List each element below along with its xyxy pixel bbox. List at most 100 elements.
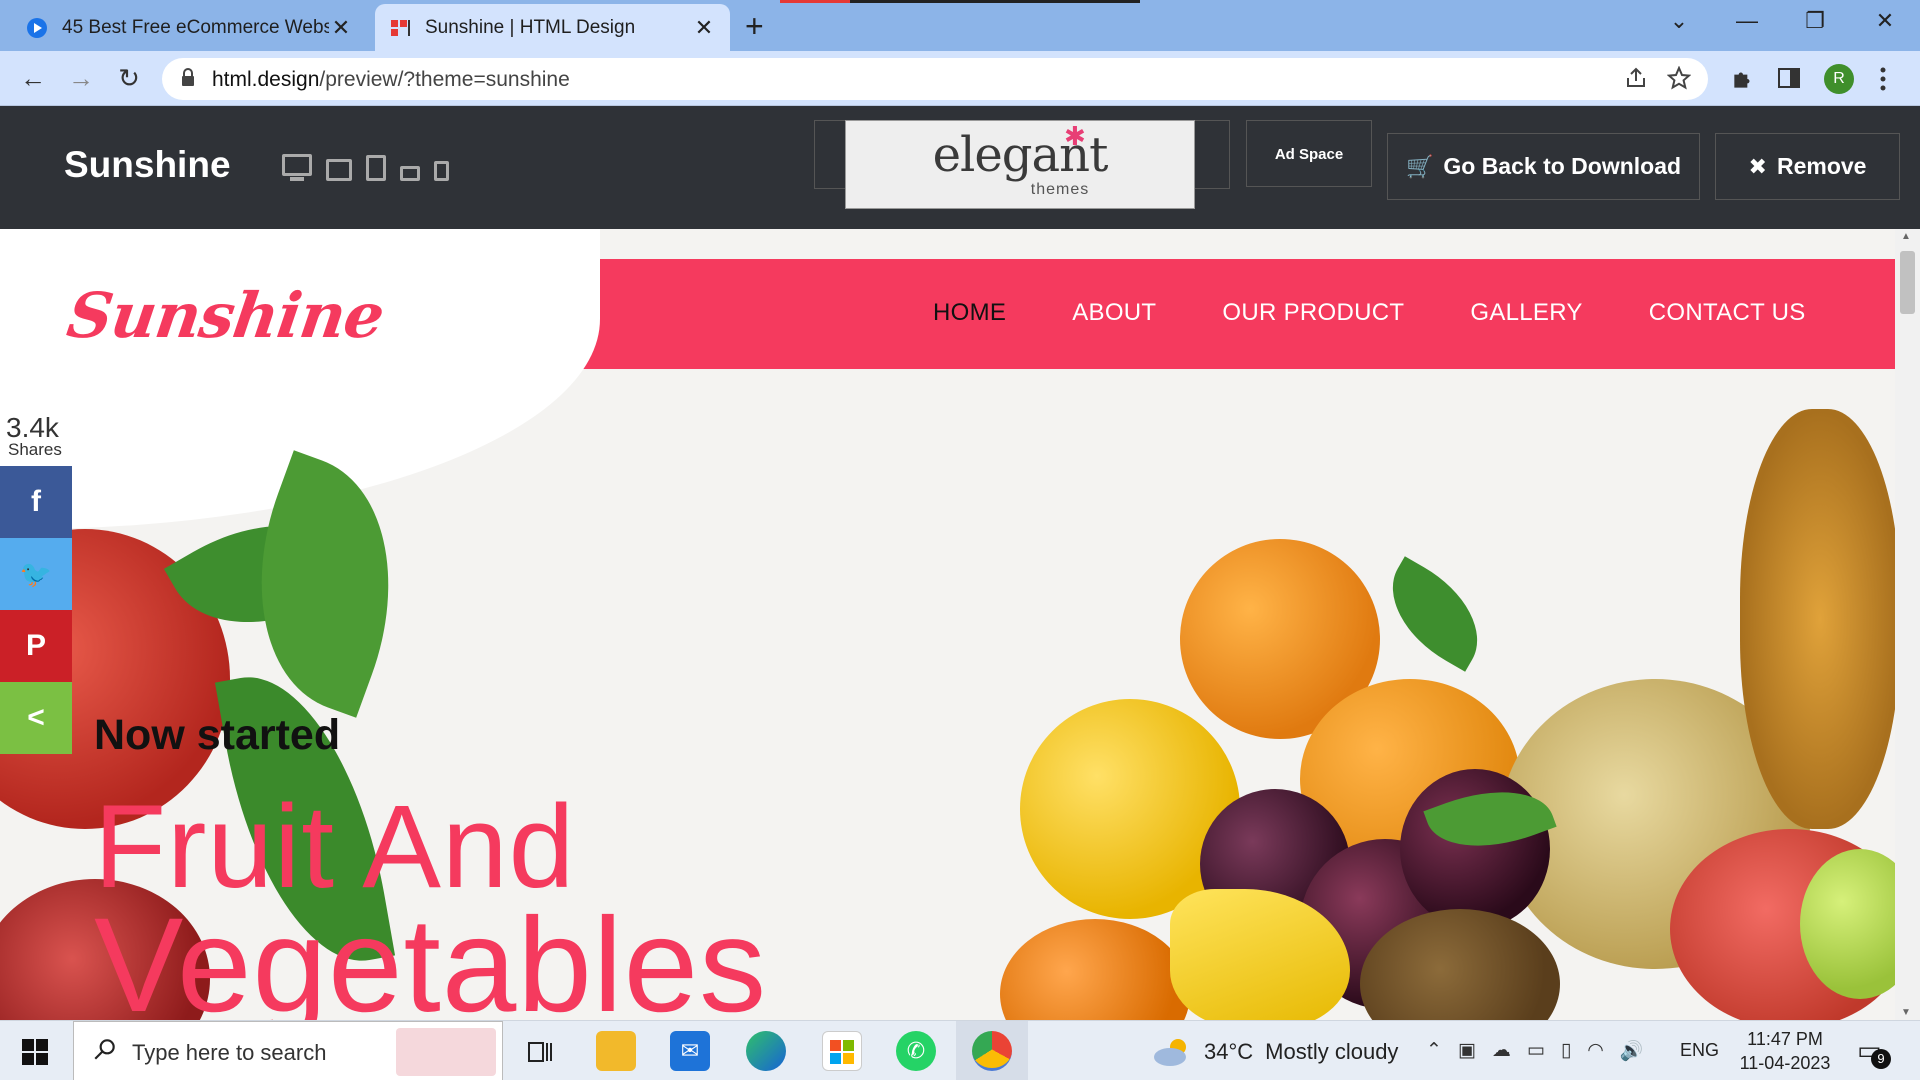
twitter-icon: 🐦	[19, 558, 53, 589]
onedrive-cloud-icon[interactable]: ☁	[1492, 1039, 1511, 1063]
display-icon[interactable]: ▭	[1527, 1039, 1545, 1063]
url-path: /preview/?theme=sunshine	[319, 68, 570, 91]
remove-frame-button[interactable]: ✖ Remove	[1715, 133, 1900, 200]
grapefruit-illustration	[1000, 919, 1190, 1020]
html-design-favicon-icon	[391, 19, 410, 36]
site-favicon-icon	[27, 17, 47, 38]
share-rail: 3.4k Shares f 🐦 P <	[0, 412, 72, 754]
share-page-icon[interactable]	[1624, 66, 1648, 90]
pineapple-illustration	[1740, 409, 1895, 829]
laptop-view-icon[interactable]	[326, 159, 352, 181]
phone-view-icon[interactable]	[434, 161, 449, 181]
theme-title: Sunshine	[64, 144, 231, 185]
whatsapp-icon[interactable]: ✆	[896, 1031, 936, 1071]
search-highlight-image	[396, 1028, 496, 1076]
browser-menu-kebab-icon[interactable]	[1878, 66, 1888, 92]
lock-icon[interactable]	[180, 68, 196, 88]
mail-icon[interactable]: ✉	[670, 1031, 710, 1071]
forward-button[interactable]: →	[64, 61, 98, 95]
twitter-share-button[interactable]: 🐦	[0, 538, 72, 610]
leaf-illustration	[1369, 556, 1501, 672]
ad-sub: themes	[1030, 181, 1090, 198]
windows-start-icon[interactable]	[22, 1039, 48, 1065]
remove-label: Remove	[1776, 153, 1867, 179]
search-icon	[94, 1039, 115, 1060]
share-label: Shares	[8, 440, 62, 459]
nav-about[interactable]: ABOUT	[1039, 299, 1189, 327]
nav-our-product[interactable]: OUR PRODUCT	[1189, 299, 1437, 327]
weather-temperature: 34°C	[1204, 1039, 1254, 1064]
url-text: html.design/preview/?theme=sunshine	[212, 68, 570, 92]
tab-search-chevron-icon[interactable]: ⌄	[1659, 8, 1699, 34]
system-tray: ⌃ ▣ ☁ ▭ ▯ ◠ 🔊	[1426, 1039, 1644, 1063]
tablet-landscape-view-icon[interactable]	[400, 166, 420, 181]
tab-sunshine-html-design[interactable]: Sunshine | HTML Design ✕	[375, 4, 730, 51]
file-explorer-icon[interactable]	[596, 1031, 636, 1071]
volume-icon[interactable]: 🔊	[1620, 1039, 1644, 1063]
side-panel-icon[interactable]	[1777, 66, 1801, 90]
tab-title: 45 Best Free eCommerce Website Templates	[62, 16, 329, 38]
facebook-share-button[interactable]: f	[0, 466, 72, 538]
clock-date: 11-04-2023	[1739, 1053, 1831, 1073]
extensions-puzzle-icon[interactable]	[1730, 66, 1756, 92]
tab-ecommerce-templates[interactable]: 45 Best Free eCommerce Website Templates…	[12, 4, 367, 51]
hero-kicker: Now started	[94, 711, 341, 759]
close-window-button[interactable]: ✕	[1865, 8, 1905, 34]
preview-header: Sunshine ✱ elegant themes Ad Space 🛒 Go …	[0, 106, 1920, 229]
nav-home[interactable]: HOME	[900, 299, 1039, 327]
microsoft-store-icon[interactable]	[822, 1031, 862, 1071]
weather-widget[interactable]: 34°C Mostly cloudy	[1152, 1037, 1398, 1067]
search-placeholder: Type here to search	[132, 1040, 327, 1065]
new-tab-button[interactable]: +	[745, 8, 764, 45]
plum-illustration	[1400, 769, 1550, 929]
restore-button[interactable]: ❐	[1795, 8, 1835, 34]
facebook-icon: f	[31, 485, 41, 518]
generic-share-button[interactable]: <	[0, 682, 72, 754]
elegant-themes-ad[interactable]: ✱ elegant themes	[845, 120, 1195, 209]
notification-count-badge: 9	[1871, 1049, 1891, 1069]
close-tab-icon[interactable]: ✕	[692, 15, 716, 41]
input-language[interactable]: ENG	[1680, 1040, 1719, 1061]
battery-icon[interactable]: ▯	[1561, 1039, 1571, 1063]
pinterest-share-button[interactable]: P	[0, 610, 72, 682]
scrollbar-thumb[interactable]	[1900, 251, 1915, 314]
site-logo[interactable]: Sunshine	[63, 279, 388, 352]
scroll-up-arrow-icon[interactable]: ▲	[1901, 231, 1911, 242]
notification-center-icon[interactable]: ▭ 9	[1857, 1035, 1891, 1069]
share-icon: <	[27, 701, 45, 734]
minimize-button[interactable]: —	[1727, 8, 1767, 34]
nav-gallery[interactable]: GALLERY	[1437, 299, 1615, 327]
browser-tab-strip: 45 Best Free eCommerce Website Templates…	[0, 0, 1920, 51]
nav-contact-us[interactable]: CONTACT US	[1616, 299, 1839, 327]
weather-description: Mostly cloudy	[1265, 1039, 1399, 1064]
site-viewport: Sunshine HOME ABOUT OUR PRODUCT GALLERY …	[0, 229, 1895, 1020]
profile-avatar[interactable]: R	[1824, 64, 1854, 94]
bookmark-star-icon[interactable]	[1667, 66, 1691, 90]
go-back-to-download-button[interactable]: 🛒 Go Back to Download	[1387, 133, 1700, 200]
ad-space-slot[interactable]: Ad Space	[1246, 120, 1372, 187]
meet-now-icon[interactable]: ▣	[1458, 1039, 1476, 1063]
tab-title: Sunshine | HTML Design	[425, 16, 636, 38]
ad-word: elegant	[932, 127, 1109, 183]
chrome-icon[interactable]	[972, 1031, 1012, 1071]
edge-browser-icon[interactable]	[746, 1031, 786, 1071]
back-button[interactable]: ←	[16, 61, 50, 95]
browser-toolbar: ← → ↻ html.design/preview/?theme=sunshin…	[0, 51, 1920, 106]
close-tab-icon[interactable]: ✕	[329, 15, 353, 41]
tablet-portrait-view-icon[interactable]	[366, 155, 386, 181]
clock-time: 11:47 PM	[1747, 1029, 1823, 1049]
page-scrollbar[interactable]: ▲ ▼	[1895, 229, 1920, 1020]
desktop-view-icon[interactable]	[282, 154, 312, 181]
url-host: html.design	[212, 68, 320, 91]
scroll-down-arrow-icon[interactable]: ▼	[1901, 1007, 1911, 1018]
wifi-icon[interactable]: ◠	[1587, 1039, 1604, 1063]
task-view-icon[interactable]	[527, 1039, 553, 1065]
show-hidden-icons-chevron-icon[interactable]: ⌃	[1426, 1039, 1442, 1063]
taskbar-clock[interactable]: 11:47 PM 11-04-2023	[1730, 1027, 1840, 1075]
reload-button[interactable]: ↻	[112, 61, 146, 95]
pinterest-icon: P	[25, 629, 46, 662]
windows-taskbar: Type here to search ✉ ✆ 34°C Mostly clou…	[0, 1020, 1920, 1080]
address-bar[interactable]: html.design/preview/?theme=sunshine	[162, 58, 1708, 100]
taskbar-search-box[interactable]: Type here to search	[73, 1021, 503, 1080]
device-switcher	[282, 154, 449, 181]
